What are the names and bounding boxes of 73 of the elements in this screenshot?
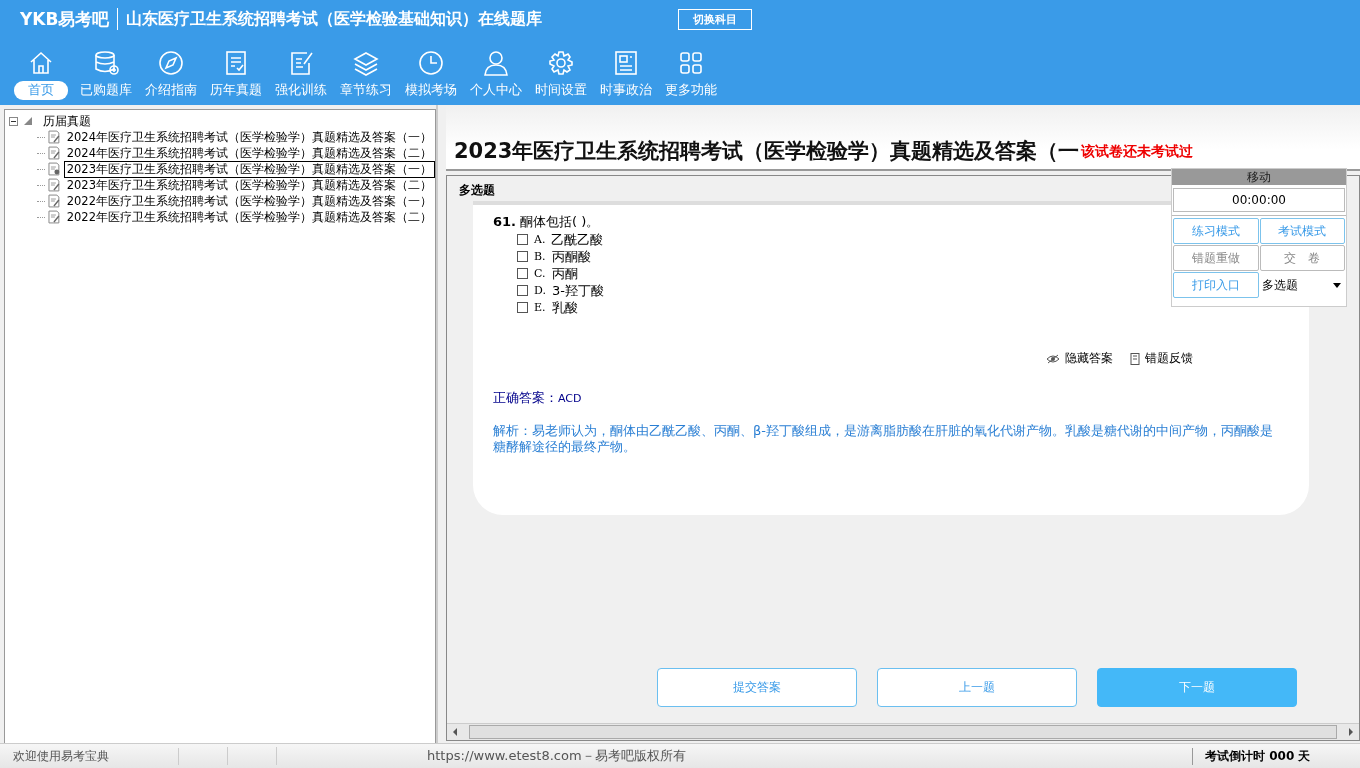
option-letter: A.	[534, 233, 546, 246]
nav-tab[interactable]: 已购题库	[75, 81, 136, 100]
option-checkbox[interactable]	[517, 234, 528, 245]
panel-title[interactable]: 移动	[1172, 169, 1346, 185]
nav-icon	[156, 49, 185, 77]
mode-button[interactable]: 考试模式	[1259, 218, 1345, 244]
tree-item[interactable]: 2024年医疗卫生系统招聘考试（医学检验学）真题精选及答案（一）	[63, 128, 435, 146]
document-icon	[46, 210, 61, 224]
option-checkbox[interactable]	[517, 268, 528, 279]
nav-tab[interactable]: 时事政治	[595, 81, 656, 100]
hide-answer-link[interactable]: 隐藏答案	[1065, 350, 1113, 367]
tree-item[interactable]: 2022年医疗卫生系统招聘考试（医学检验学）真题精选及答案（一）	[63, 192, 435, 210]
option-text: 乙酰乙酸	[551, 230, 604, 249]
nav-tab[interactable]: 时间设置	[530, 81, 591, 100]
welcome-text: 欢迎使用易考宝典	[0, 747, 179, 765]
nav-icon	[481, 49, 510, 77]
answer-value: ACD	[558, 392, 582, 405]
tree-item[interactable]: 历届真题	[40, 112, 94, 130]
question-nav-button[interactable]: 提交答案	[657, 668, 857, 707]
switch-subject-button[interactable]: 切换科目	[678, 8, 752, 30]
nav-icon	[351, 49, 380, 77]
option-checkbox[interactable]	[517, 285, 528, 296]
nav-tab[interactable]: 强化训练	[270, 81, 331, 100]
collapse-toggle-icon[interactable]	[9, 116, 18, 126]
question-number: 61.	[493, 214, 517, 229]
option-letter: C.	[534, 267, 546, 280]
option-text: 乳酸	[551, 298, 578, 317]
nav-icon	[416, 49, 445, 77]
eye-icon	[1046, 353, 1060, 364]
report-error-link[interactable]: 错题反馈	[1145, 350, 1193, 367]
document-icon	[46, 194, 61, 208]
exam-title: 2023年医疗卫生系统招聘考试（医学检验学）真题精选及答案（一	[454, 138, 1080, 165]
option-checkbox[interactable]	[517, 302, 528, 313]
nav-icon	[546, 49, 575, 77]
option-letter: E.	[534, 301, 546, 314]
question-type-dropdown[interactable]: 多选题	[1259, 272, 1345, 298]
question-nav-button[interactable]: 上一题	[877, 668, 1077, 707]
nav-tab[interactable]: 介绍指南	[140, 81, 201, 100]
nav-tab[interactable]: 首页	[13, 81, 68, 100]
option-text: 丙酮酸	[551, 247, 591, 266]
option-letter: B.	[534, 250, 546, 263]
tree-item[interactable]: 2024年医疗卫生系统招聘考试（医学检验学）真题精选及答案（二）	[63, 144, 435, 162]
nav-tab[interactable]: 章节练习	[335, 81, 396, 100]
document-icon	[46, 146, 61, 160]
tree-item[interactable]: 2023年医疗卫生系统招聘考试（医学检验学）真题精选及答案（二）	[63, 176, 435, 194]
answer-label: 正确答案：	[493, 390, 558, 405]
timer: 00:00:00	[1173, 188, 1345, 212]
nav-tab[interactable]: 历年真题	[205, 81, 266, 100]
option-text: 丙酮	[551, 264, 578, 283]
notebook-icon	[1130, 352, 1140, 365]
mode-button[interactable]: 练习模式	[1173, 218, 1259, 244]
tree-item[interactable]: 2023年医疗卫生系统招聘考试（医学检验学）真题精选及答案（一）	[63, 160, 435, 178]
horizontal-scrollbar[interactable]	[447, 723, 1359, 740]
question-text: 酮体包括( )。	[520, 214, 600, 229]
document-icon	[46, 162, 61, 176]
section-label: 多选题	[459, 182, 495, 199]
document-icon	[46, 178, 61, 192]
document-icon	[46, 130, 61, 144]
mode-button[interactable]: 打印入口	[1173, 272, 1259, 298]
app-title: 山东医疗卫生系统招聘考试（医学检验基础知识）在线题库	[126, 8, 543, 30]
nav-tab[interactable]: 个人中心	[465, 81, 526, 100]
nav-tab[interactable]: 模拟考场	[400, 81, 461, 100]
nav-tab[interactable]: 更多功能	[660, 81, 721, 100]
option-checkbox[interactable]	[517, 251, 528, 262]
option-letter: D.	[534, 284, 546, 297]
logo: YKB易考吧	[20, 7, 110, 31]
tree-item[interactable]: 2022年医疗卫生系统招聘考试（医学检验学）真题精选及答案（二）	[63, 208, 435, 226]
countdown-text: 考试倒计时 000 天	[1192, 747, 1360, 765]
analysis-text: 解析：易老师认为，酮体由乙酰乙酸、丙酮、β-羟丁酸组成，是游离脂肪酸在肝脏的氧化代谢产物。乳酸是糖代谢的中间产物，丙酮酸是糖酵解途径的最终产物。	[493, 423, 1274, 455]
exam-status: 该试卷还未考试过	[1081, 143, 1194, 161]
copyright-text: https://www.etest8.com－易考吧版权所有	[427, 747, 686, 765]
question-nav-button[interactable]: 下一题	[1097, 668, 1297, 707]
option-text: 3-羟丁酸	[551, 281, 604, 300]
